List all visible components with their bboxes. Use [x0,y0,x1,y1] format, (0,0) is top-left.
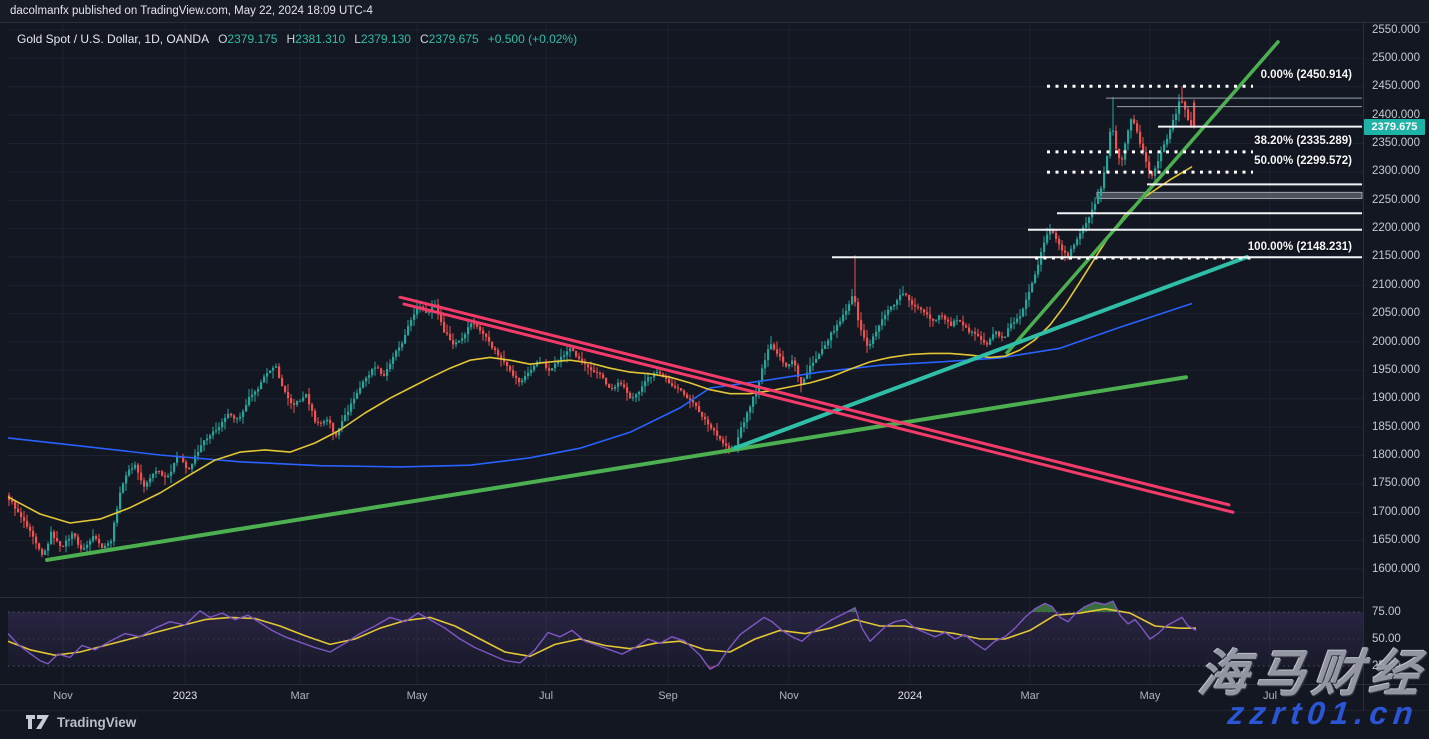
price-tick-label: 2250.000 [1372,193,1420,206]
time-tick-label: Sep [658,690,678,702]
price-tick-label: 1750.000 [1372,477,1420,490]
price-tick-label: 1800.000 [1372,449,1420,462]
price-tick-label: 2200.000 [1372,222,1420,235]
last-price-badge: 2379.675 [1364,118,1425,135]
price-tick-label: 2450.000 [1372,80,1420,93]
time-tick-label: Nov [779,690,799,702]
time-tick-label: Mar [1020,690,1040,702]
price-tick-label: 2350.000 [1372,136,1420,149]
ohlc-close: C2379.675 [419,32,479,46]
price-tick-label: 2550.000 [1372,23,1420,36]
price-tick-label: 1950.000 [1372,363,1420,376]
chart-canvas[interactable] [0,0,1429,739]
fib-level-label: 0.00% (2450.914) [1260,69,1352,82]
tradingview-brand-text: TradingView [57,714,137,730]
tradingview-attribution[interactable]: TradingView [26,714,136,730]
price-tick-label: 1900.000 [1372,392,1420,405]
tradingview-chart-page: dacolmanfx published on TradingView.com,… [0,0,1429,739]
time-tick-label: 2023 [172,690,198,702]
price-tick-label: 2500.000 [1372,51,1420,64]
fib-level-label: 100.00% (2148.231) [1247,240,1352,253]
price-tick-label: 1850.000 [1372,420,1420,433]
time-tick-label: Jul [538,690,554,702]
time-tick-label: May [406,690,428,702]
time-tick-label: 2024 [897,690,923,702]
price-tick-label: 1600.000 [1372,562,1420,575]
time-tick-label: Mar [290,690,310,702]
price-tick-label: 2000.000 [1372,335,1420,348]
fib-level-label: 38.20% (2335.289) [1254,134,1352,147]
price-tick-label: 2050.000 [1372,307,1420,320]
ohlc-open: O2379.175 [218,32,278,46]
price-tick-label: 1700.000 [1372,505,1420,518]
price-tick-label: 2100.000 [1372,278,1420,291]
time-tick-label: May [1139,690,1161,702]
change-value: +0.500 (+0.02%) [487,32,578,46]
supply-zone[interactable] [1096,191,1363,199]
price-tick-label: 1650.000 [1372,534,1420,547]
trendline-descending-pink-1[interactable] [398,295,1231,507]
ohlc-low: L2379.130 [354,32,411,46]
candlestick-series [8,86,1196,558]
time-tick-label: Nov [53,690,73,702]
rsi-band [8,612,1363,666]
tradingview-logo-icon[interactable] [26,714,50,730]
price-tick-label: 2150.000 [1372,250,1420,263]
price-tick-label: 2300.000 [1372,165,1420,178]
gridlines [8,22,1363,684]
symbol-title: Gold Spot / U.S. Dollar, 1D, OANDA [17,32,210,46]
rsi-tick-label: 75.00 [1372,605,1401,618]
watermark-url: zzrt01.cn [1226,695,1421,731]
symbol-legend[interactable]: Gold Spot / U.S. Dollar, 1D, OANDA O2379… [17,31,577,47]
trendline-ascending-support-long[interactable] [45,375,1188,562]
fib-level-label: 50.00% (2299.572) [1254,155,1352,168]
ohlc-high: H2381.310 [286,32,346,46]
